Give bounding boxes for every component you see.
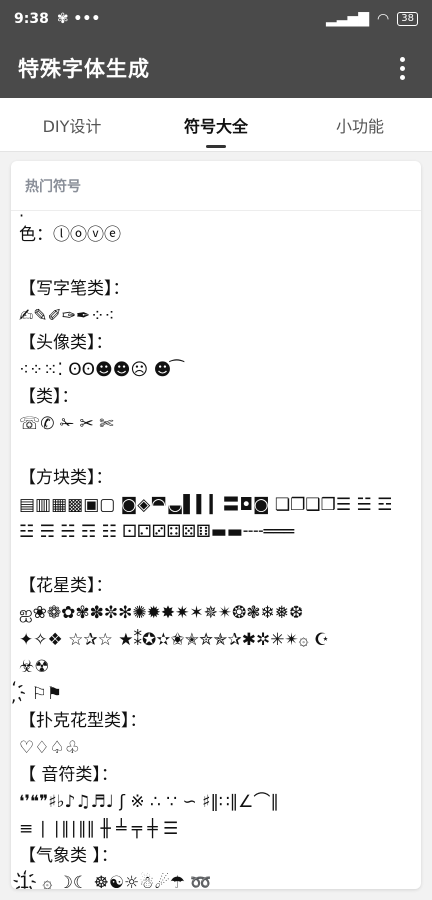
section-title-misc: 【类】： bbox=[19, 387, 79, 407]
section-title-flowers: 【花星类】： bbox=[19, 576, 113, 596]
symbol-line[interactable]: 色：ⓛⓞⓥⓔ bbox=[19, 222, 413, 249]
status-bar: 9:38 ✾ ••• ▂▃▅▇ ◠ 38 bbox=[0, 0, 432, 38]
app-title: 特殊字体生成 bbox=[18, 57, 150, 81]
symbols-card: 热门符号 · ˜ ˜ ˜ ˜ ˜ ˜ ˜ ˜ 色：ⓛⓞⓥⓔ 【写字笔类】： ✍✎… bbox=[11, 161, 421, 889]
tab-diy[interactable]: DIY设计 bbox=[0, 98, 144, 151]
notification-icons: ✾ ••• bbox=[56, 11, 101, 27]
symbol-line[interactable]: ⁖⁘⁙⁚ ʘʘ☻☻☹ ☻ ͡ bbox=[19, 357, 413, 384]
card-header: 热门符号 bbox=[11, 161, 421, 211]
symbols-content[interactable]: · ˜ ˜ ˜ ˜ ˜ ˜ ˜ ˜ 色：ⓛⓞⓥⓔ 【写字笔类】： ✍✎✐✑✒⁘⁖… bbox=[11, 212, 421, 889]
symbol-line[interactable]: ஐ❀❁✿✾✽✼✻✺✹✸✷✶✵✴❂❃❄❅❆ bbox=[19, 600, 413, 627]
wifi-icon: ◠ bbox=[377, 11, 390, 27]
section-title-poker: 【扑克花型类】： bbox=[19, 711, 147, 731]
symbol-line[interactable]: ▤▥▦▩▣▢ ◙◈◚◛▌▍▎〓◘◙ ❏❐❑❒☰ ☱ ☲ bbox=[19, 492, 413, 519]
symbol-line[interactable]: ✍✎✐✑✒⁘⁖ bbox=[19, 303, 413, 330]
section-title-avatar: 【头像类】： bbox=[19, 333, 113, 353]
tab-symbols[interactable]: 符号大全 bbox=[144, 98, 288, 151]
status-right: ▂▃▅▇ ◠ 38 bbox=[326, 11, 418, 27]
symbol-line[interactable]: ♡♢♤♧ bbox=[19, 735, 413, 762]
symbol-line[interactable]: ≡ ∣ ∣∥∣∥∥ ╫ ╧ ╤ ╪ ☰ bbox=[19, 816, 413, 843]
symbol-line[interactable]: 1҉ ۞ ☽☾ ☸☯☼☃☄☂ ➿ bbox=[19, 870, 413, 889]
symbol-line[interactable]: ҉ ⚐⚑ bbox=[19, 681, 413, 708]
symbol-line[interactable]: ☳ ☴ ☵ ☶ ☷ ⚀⚁⚂⚃⚄⚅▬▬╌╌═══ bbox=[19, 519, 413, 546]
section-title-blocks: 【方块类】： bbox=[19, 468, 113, 488]
app-bar: 特殊字体生成 bbox=[0, 38, 432, 98]
symbol-line[interactable]: ❛❜❝❞♯♭♪♫♬♩ ʃ ※ ∴ ∵ ∽ ♯‖∷∥∠⌒∥ bbox=[19, 789, 413, 816]
section-title-pen: 【写字笔类】： bbox=[19, 279, 130, 299]
status-left: 9:38 ✾ ••• bbox=[14, 11, 100, 27]
tab-tools[interactable]: 小功能 bbox=[288, 98, 432, 151]
section-title-music: 【 音符类】： bbox=[19, 765, 118, 785]
symbol-line[interactable]: ☏✆ ✁ ✂ ✄ bbox=[19, 411, 413, 438]
more-vert-icon[interactable] bbox=[390, 52, 414, 84]
battery-icon: 38 bbox=[397, 12, 418, 26]
clipped-line: · ˜ ˜ ˜ ˜ ˜ ˜ ˜ ˜ bbox=[19, 212, 129, 222]
symbol-line[interactable]: ✦✧❖ ☆✰☆ ★⁑✪✫✬✭✮✯✰✱✲✳✴۞ ☪ bbox=[19, 627, 413, 654]
symbol-line[interactable]: ☣☢ bbox=[19, 654, 413, 681]
tab-bar: DIY设计 符号大全 小功能 bbox=[0, 98, 432, 152]
status-time: 9:38 bbox=[14, 11, 49, 27]
section-title-weather: 【气象类 】： bbox=[19, 846, 118, 866]
signal-icon: ▂▃▅▇ bbox=[325, 11, 370, 27]
